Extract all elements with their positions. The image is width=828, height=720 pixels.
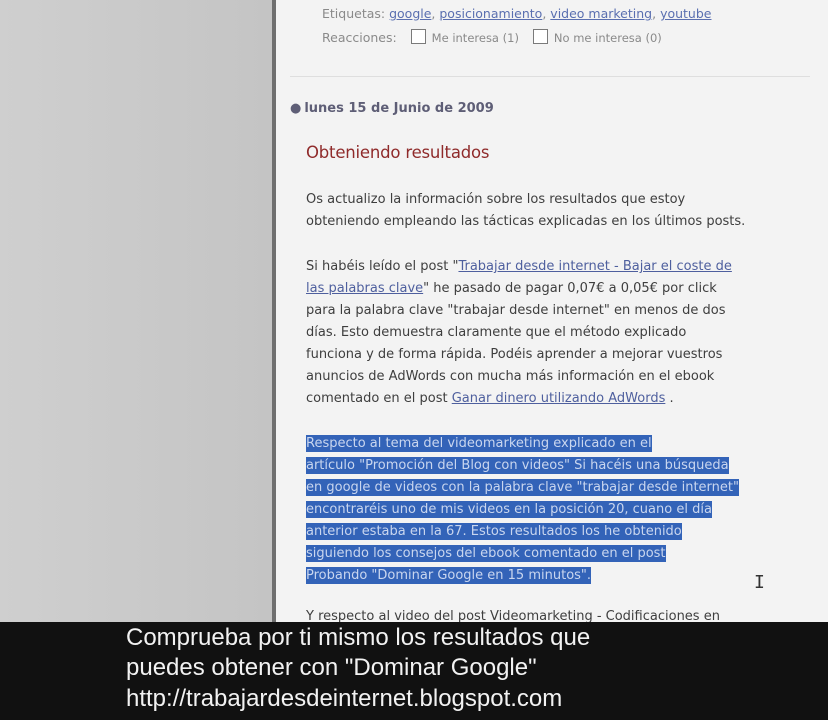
bullet-icon: ● bbox=[290, 101, 302, 116]
selection-highlight: en google de videos con la palabra clave… bbox=[306, 479, 739, 496]
selected-line: en google de videos con la palabra clave… bbox=[306, 477, 806, 499]
left-blank-pane bbox=[0, 0, 272, 622]
reactions-label: Reacciones: bbox=[322, 30, 397, 45]
post-title[interactable]: Obteniendo resultados bbox=[306, 143, 490, 162]
post-paragraph-3-selected[interactable]: Respecto al tema del videomarketing expl… bbox=[306, 433, 806, 587]
paragraph-line: funciona y de forma rápida. Podéis apren… bbox=[306, 347, 723, 362]
paragraph-line: para la palabra clave "trabajar desde in… bbox=[306, 303, 726, 318]
post-reactions-row: Reacciones: Me interesa (1) No me intere… bbox=[322, 29, 662, 45]
reaction-interested-checkbox[interactable] bbox=[410, 29, 426, 44]
link-bajar-coste-palabras-clave-cont[interactable]: las palabras clave bbox=[306, 281, 423, 296]
selected-line: Probando "Dominar Google en 15 minutos". bbox=[306, 565, 806, 587]
reaction-not-interested-checkbox[interactable] bbox=[532, 29, 548, 44]
post-paragraph-4: Y respecto al video del post Videomarket… bbox=[306, 606, 806, 622]
blog-content: Etiquetas: google, posicionamiento, vide… bbox=[276, 0, 828, 622]
paragraph-line: las palabras clave" he pasado de pagar 0… bbox=[306, 278, 806, 300]
caption-line-2: puedes obtener con "Dominar Google" bbox=[126, 654, 537, 681]
text-cursor-icon: I bbox=[754, 572, 765, 593]
tag-link-video-marketing[interactable]: video marketing bbox=[550, 6, 652, 21]
tag-link-google[interactable]: google bbox=[389, 6, 431, 21]
post-date-heading: ● lunes 15 de Junio de 2009 bbox=[290, 101, 494, 116]
paragraph-line: días. Esto demuestra claramente que el m… bbox=[306, 325, 687, 340]
selection-highlight: Respecto al tema del videomarketing expl… bbox=[306, 435, 652, 452]
tag-link-posicionamiento[interactable]: posicionamiento bbox=[439, 6, 542, 21]
paragraph-line: Y respecto al video del post Videomarket… bbox=[306, 609, 720, 622]
caption-url: http://trabajardesdeinternet.blogspot.co… bbox=[126, 685, 563, 712]
selected-line: encontraréis uno de mis videos en la pos… bbox=[306, 499, 806, 521]
paragraph-line: comentado en el post Ganar dinero utiliz… bbox=[306, 388, 806, 410]
reaction-interested-label: Me interesa (1) bbox=[431, 31, 519, 45]
post-paragraph-2: Si habéis leído el post "Trabajar desde … bbox=[306, 256, 806, 410]
tag-link-youtube[interactable]: youtube bbox=[660, 6, 711, 21]
reaction-not-interested[interactable]: No me interesa (0) bbox=[532, 29, 662, 45]
reaction-not-interested-label: No me interesa (0) bbox=[553, 31, 662, 45]
selection-highlight: siguiendo los consejos del ebook comenta… bbox=[306, 545, 666, 562]
caption-line-1: Comprueba por ti mismo los resultados qu… bbox=[126, 624, 591, 651]
paragraph-line: anuncios de AdWords con mucha más inform… bbox=[306, 369, 715, 384]
selection-highlight: encontraréis uno de mis videos en la pos… bbox=[306, 501, 712, 518]
tags-label: Etiquetas: bbox=[322, 6, 386, 21]
post-date: lunes 15 de Junio de 2009 bbox=[304, 101, 494, 116]
paragraph-text: " he pasado de pagar 0,07€ a 0,05€ por c… bbox=[423, 281, 717, 296]
selection-highlight: Probando "Dominar Google en 15 minutos". bbox=[306, 567, 592, 584]
selection-highlight: artículo "Promoción del Blog con videos"… bbox=[306, 457, 729, 474]
paragraph-line: Os actualizo la información sobre los re… bbox=[306, 192, 686, 207]
paragraph-line: obteniendo empleando las tácticas explic… bbox=[306, 214, 746, 229]
reaction-interested[interactable]: Me interesa (1) bbox=[410, 29, 519, 45]
video-caption: Comprueba por ti mismo los resultados qu… bbox=[0, 622, 828, 720]
screen-capture: Etiquetas: google, posicionamiento, vide… bbox=[0, 0, 828, 622]
selected-line: siguiendo los consejos del ebook comenta… bbox=[306, 543, 806, 565]
paragraph-text: Si habéis leído el post " bbox=[306, 259, 459, 274]
selected-line: Respecto al tema del videomarketing expl… bbox=[306, 433, 806, 455]
paragraph-text: . bbox=[665, 391, 674, 406]
post-tags-row: Etiquetas: google, posicionamiento, vide… bbox=[322, 6, 712, 21]
link-ganar-dinero-adwords[interactable]: Ganar dinero utilizando AdWords bbox=[452, 391, 666, 406]
post-separator bbox=[290, 76, 810, 77]
paragraph-line: Si habéis leído el post "Trabajar desde … bbox=[306, 256, 806, 278]
paragraph-text: comentado en el post bbox=[306, 391, 452, 406]
selected-line: anterior estaba en la 67. Estos resultad… bbox=[306, 521, 806, 543]
selection-highlight: anterior estaba en la 67. Estos resultad… bbox=[306, 523, 682, 540]
link-bajar-coste-palabras-clave[interactable]: Trabajar desde internet - Bajar el coste… bbox=[458, 259, 731, 274]
selected-line: artículo "Promoción del Blog con videos"… bbox=[306, 455, 806, 477]
post-paragraph-1: Os actualizo la información sobre los re… bbox=[306, 189, 806, 233]
